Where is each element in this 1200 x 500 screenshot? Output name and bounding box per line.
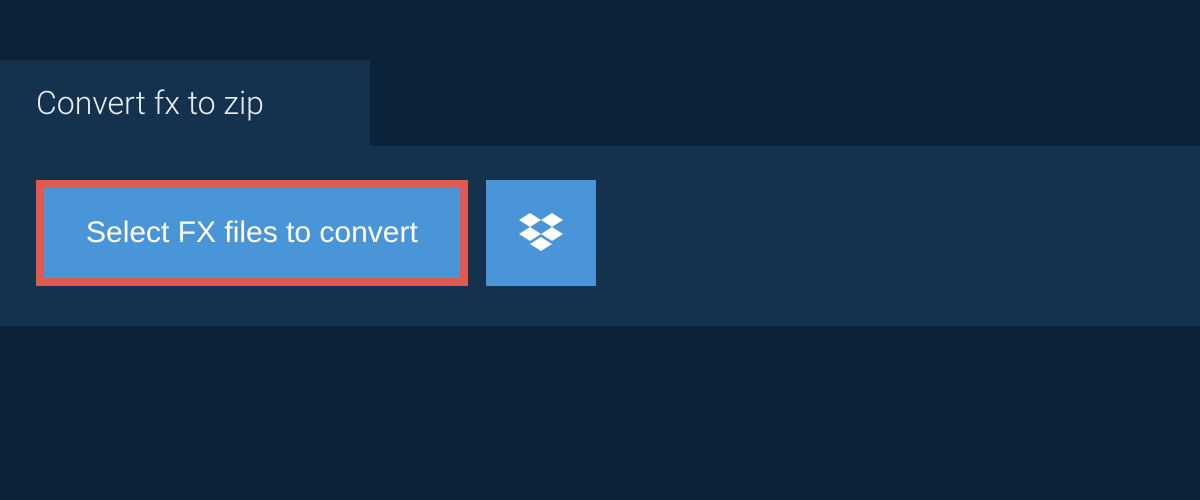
dropbox-icon bbox=[519, 213, 563, 253]
content-panel: Select FX files to convert bbox=[0, 146, 1200, 326]
tab-label: Convert fx to zip bbox=[36, 84, 264, 122]
select-files-button[interactable]: Select FX files to convert bbox=[36, 180, 468, 286]
select-files-label: Select FX files to convert bbox=[86, 216, 418, 250]
dropbox-button[interactable] bbox=[486, 180, 596, 286]
tab-convert[interactable]: Convert fx to zip bbox=[0, 60, 370, 146]
